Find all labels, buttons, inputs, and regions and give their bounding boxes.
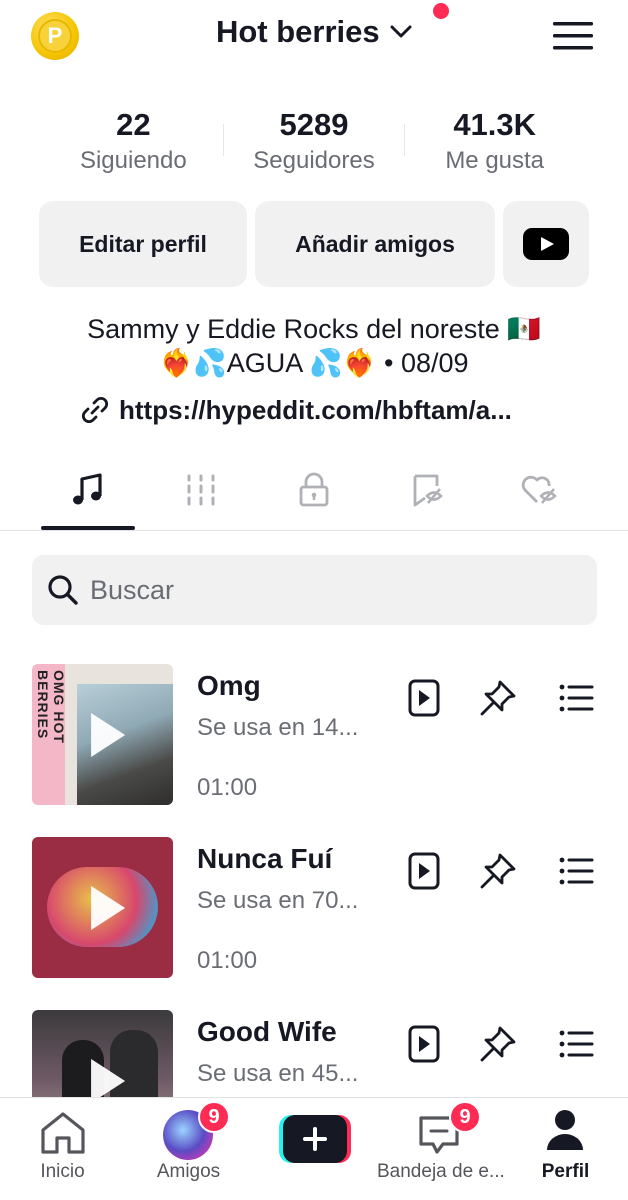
song-row[interactable]: OMG HOT BERRIES Omg Se usa en 14... 01:0…: [32, 664, 602, 806]
bio-link-text[interactable]: https://hypeddit.com/hbftam/a...: [119, 395, 512, 426]
stat-likes-label: Me gusta: [445, 147, 545, 174]
bottom-nav: Inicio 9 Amigos 9 Bandeja de e... Perfil: [0, 1097, 628, 1200]
tab-videos[interactable]: [144, 462, 257, 530]
song-usage: Se usa en 14...: [197, 714, 359, 741]
hamburger-menu-icon[interactable]: [553, 20, 593, 52]
tab-music[interactable]: [31, 462, 144, 530]
add-friends-button[interactable]: Añadir amigos: [255, 201, 495, 287]
chevron-down-icon[interactable]: [390, 25, 412, 39]
play-icon: [90, 712, 125, 757]
song-usage: Se usa en 70...: [197, 887, 359, 914]
tab-liked[interactable]: [483, 462, 596, 530]
song-duration: 01:00: [197, 774, 258, 801]
bio-line-1: Sammy y Eddie Rocks del noreste 🇲🇽: [87, 314, 541, 344]
tab-private[interactable]: [257, 462, 370, 530]
inbox-badge: 9: [449, 1101, 481, 1133]
play-icon: [90, 1058, 125, 1103]
list-icon[interactable]: [556, 1024, 596, 1064]
list-icon[interactable]: [556, 678, 596, 718]
youtube-button[interactable]: [503, 201, 589, 287]
profile-icon: [547, 1110, 583, 1150]
song-row[interactable]: Nunca Fuí Se usa en 70... 01:00: [32, 837, 602, 979]
song-duration: 01:00: [197, 947, 258, 974]
pin-icon[interactable]: [478, 851, 518, 891]
video-play-icon[interactable]: [404, 678, 444, 718]
create-plus-button[interactable]: [279, 1115, 351, 1163]
profile-bio: Sammy y Eddie Rocks del noreste 🇲🇽 ❤️‍🔥💦…: [0, 312, 628, 380]
grid-icon: [187, 474, 214, 506]
music-note-icon: [72, 473, 102, 505]
tab-saved[interactable]: [370, 462, 483, 530]
nav-profile-label: Perfil: [541, 1161, 590, 1182]
pin-icon[interactable]: [478, 678, 518, 718]
bookmark-hidden-icon: [413, 474, 443, 507]
list-icon[interactable]: [556, 851, 596, 891]
stat-divider: [404, 124, 405, 156]
stat-likes-value: 41.3K: [453, 107, 537, 142]
lock-icon: [299, 472, 328, 507]
search-icon: [48, 575, 78, 605]
stat-followers-value: 5289: [279, 107, 349, 142]
account-switcher[interactable]: Hot berries: [0, 14, 628, 50]
bio-line-2: ❤️‍🔥💦AGUA 💦❤️‍🔥 • 08/09: [159, 348, 469, 378]
nav-profile[interactable]: Perfil: [503, 1098, 628, 1200]
home-icon: [41, 1112, 85, 1154]
profile-stats: 22 Siguiendo 5289 Seguidores 41.3K Me gu…: [43, 106, 585, 186]
nav-home-label: Inicio: [40, 1161, 85, 1182]
stat-following[interactable]: 22 Siguiendo: [43, 106, 224, 186]
video-play-icon[interactable]: [404, 1024, 444, 1064]
nav-inbox[interactable]: 9 Bandeja de e...: [377, 1098, 505, 1200]
song-usage: Se usa en 45...: [197, 1060, 359, 1087]
notification-dot: [433, 3, 449, 19]
nav-friends[interactable]: 9 Amigos: [126, 1098, 251, 1200]
song-title: Good Wife: [197, 1016, 337, 1047]
friends-badge: 9: [198, 1101, 230, 1133]
song-cover[interactable]: OMG HOT BERRIES: [32, 664, 173, 805]
stat-divider: [223, 124, 224, 156]
profile-tabs: [0, 462, 628, 531]
profile-header: P Hot berries: [0, 0, 628, 80]
nav-home[interactable]: Inicio: [0, 1098, 125, 1200]
bio-link[interactable]: https://hypeddit.com/hbftam/a...: [79, 394, 599, 426]
stat-following-value: 22: [116, 107, 151, 142]
pin-icon[interactable]: [478, 1024, 518, 1064]
link-icon: [81, 396, 109, 424]
search-bar[interactable]: [32, 555, 597, 625]
song-title: Nunca Fuí: [197, 843, 333, 874]
song-title: Omg: [197, 670, 261, 701]
stat-followers-label: Seguidores: [253, 147, 375, 174]
heart-hidden-icon: [521, 475, 557, 504]
nav-inbox-label: Bandeja de e...: [377, 1161, 505, 1182]
active-tab-indicator: [41, 526, 135, 530]
stat-likes[interactable]: 41.3K Me gusta: [404, 106, 585, 186]
song-cover[interactable]: [32, 837, 173, 978]
search-input[interactable]: [90, 574, 540, 606]
profile-username[interactable]: Hot berries: [216, 14, 380, 50]
youtube-icon: [523, 228, 569, 260]
cover-text: OMG HOT BERRIES: [35, 670, 67, 744]
video-play-icon[interactable]: [404, 851, 444, 891]
play-icon: [90, 885, 125, 930]
edit-profile-button[interactable]: Editar perfil: [39, 201, 247, 287]
stat-following-label: Siguiendo: [79, 147, 187, 174]
stat-followers[interactable]: 5289 Seguidores: [224, 106, 405, 186]
nav-friends-label: Amigos: [156, 1161, 221, 1182]
